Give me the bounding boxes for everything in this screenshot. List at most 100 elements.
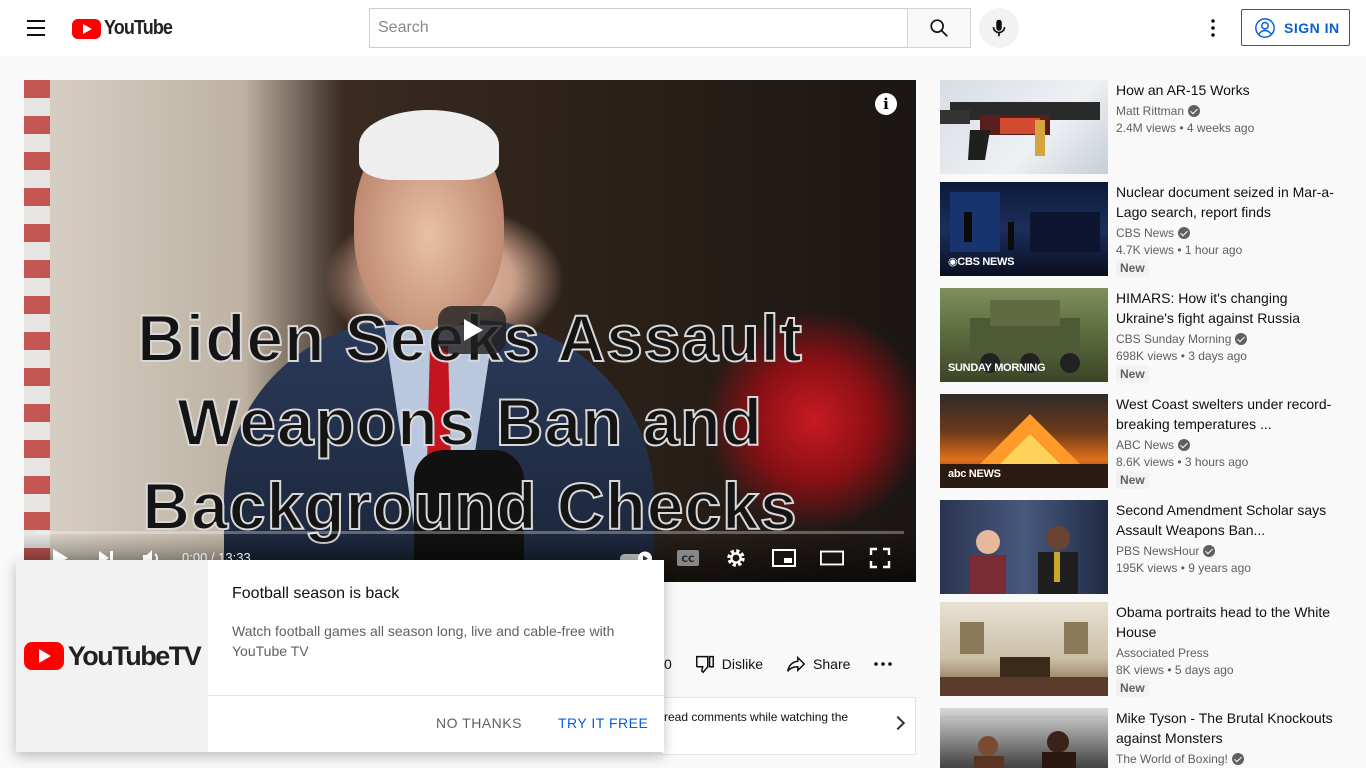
recommendation-channel: PBS NewsHour (1116, 543, 1334, 559)
info-icon[interactable]: i (875, 93, 897, 115)
fullscreen-icon[interactable] (868, 546, 892, 570)
try-it-free-button[interactable]: TRY IT FREE (558, 715, 648, 731)
large-play-button[interactable] (438, 306, 506, 354)
recommendation-channel: Matt Rittman (1116, 103, 1334, 119)
recommendation-item[interactable]: How an AR-15 Works Matt Rittman 2.4M vie… (940, 80, 1342, 174)
theater-mode-icon[interactable] (820, 546, 844, 570)
recommendation-channel: CBS News (1116, 225, 1334, 241)
comments-teaser[interactable]: read comments while watching the (660, 697, 916, 755)
recommendation-meta: Obama portraits head to the White House … (1116, 602, 1334, 697)
more-vert-icon (1211, 19, 1215, 37)
recommendation-meta: West Coast swelters under record-breakin… (1116, 394, 1334, 489)
verified-icon (1203, 545, 1216, 557)
like-count[interactable]: 0 (664, 656, 672, 672)
channel-name: Associated Press (1116, 646, 1209, 660)
youtube-tv-play-icon (23, 642, 64, 670)
recommendation-item[interactable]: Mike Tyson - The Brutal Knockouts agains… (940, 708, 1342, 768)
channel-name: PBS NewsHour (1116, 544, 1200, 558)
search-button[interactable] (907, 8, 971, 48)
menu-icon[interactable] (24, 16, 48, 40)
verified-icon (1178, 439, 1191, 451)
recommendation-views: 698K views • 3 days ago (1116, 349, 1247, 363)
recommendation-channel: CBS Sunday Morning (1116, 331, 1334, 347)
recommendation-channel: The World of Boxing! (1116, 751, 1334, 767)
recommendation-thumbnail: ◉CBS NEWS (940, 182, 1108, 276)
recommendation-meta: Second Amendment Scholar says Assault We… (1116, 500, 1334, 577)
youtube-logo[interactable]: YouTube (72, 17, 180, 40)
verified-icon (1178, 227, 1191, 239)
comments-teaser-text: read comments while watching the (664, 710, 849, 724)
channel-name: Matt Rittman (1116, 104, 1185, 118)
promo-title: Football season is back (232, 585, 400, 602)
promo-brand-panel: YouTubeTV (16, 560, 208, 752)
chevron-right-icon (890, 715, 906, 731)
thumbnail-brand: SUNDAY MORNING (948, 362, 1046, 374)
channel-name: The World of Boxing! (1116, 752, 1228, 766)
video-player[interactable]: Biden Seeks Assault Weapons Ban and Back… (24, 80, 916, 582)
thumbnail-brand: ◉CBS NEWS (948, 256, 1015, 268)
recommendation-title: Second Amendment Scholar says Assault We… (1116, 502, 1327, 538)
share-label: Share (813, 656, 851, 672)
miniplayer-icon[interactable] (772, 546, 796, 570)
sign-in-button[interactable]: SIGN IN (1241, 9, 1350, 46)
recommendation-title: West Coast swelters under record-breakin… (1116, 396, 1332, 432)
promo-divider (208, 695, 664, 696)
recommendation-meta: How an AR-15 Works Matt Rittman 2.4M vie… (1116, 80, 1334, 137)
more-actions-button[interactable] (874, 662, 893, 666)
recommendation-thumbnail (940, 602, 1108, 696)
recommendation-title: HIMARS: How it's changing Ukraine's figh… (1116, 290, 1300, 326)
recommendation-item[interactable]: Obama portraits head to the White House … (940, 602, 1342, 697)
share-button[interactable]: Share (785, 653, 850, 675)
recommendation-meta: HIMARS: How it's changing Ukraine's figh… (1116, 288, 1334, 383)
recommendation-thumbnail: SUNDAY MORNING (940, 288, 1108, 382)
new-badge: New (1116, 366, 1149, 383)
youtube-tv-logo-text: YouTubeTV (67, 640, 202, 671)
recommendation-meta: Nuclear document seized in Mar-a-Lago se… (1116, 182, 1334, 277)
voice-search-button[interactable] (979, 8, 1019, 48)
recommendation-thumbnail: abc NEWS (940, 394, 1108, 488)
thumbnail-brand: abc NEWS (948, 468, 1001, 480)
recommendation-views: 8.6K views • 3 hours ago (1116, 455, 1249, 469)
no-thanks-button[interactable]: NO THANKS (436, 715, 522, 731)
recommendation-channel: Associated Press (1116, 645, 1334, 661)
more-horiz-icon (874, 662, 893, 666)
verified-icon (1235, 333, 1248, 345)
search-bar (369, 8, 971, 48)
account-icon (1255, 17, 1275, 38)
logo-text: YouTube (104, 17, 173, 39)
new-badge: New (1116, 260, 1149, 277)
thumbs-down-icon (695, 655, 714, 674)
dislike-button[interactable]: Dislike (694, 653, 763, 675)
recommendation-views: 8K views • 5 days ago (1116, 663, 1234, 677)
promo-body: Watch football games all season long, li… (232, 623, 615, 659)
recommendation-views: 195K views • 9 years ago (1116, 561, 1251, 575)
microphone-icon (992, 19, 1006, 37)
new-badge: New (1116, 472, 1149, 489)
verified-icon (1188, 105, 1201, 117)
recommendation-title: How an AR-15 Works (1116, 82, 1250, 98)
share-icon (787, 655, 806, 673)
search-icon (930, 19, 948, 37)
thumbnail-hair (359, 110, 499, 180)
recommendation-item[interactable]: ◉CBS NEWS Nuclear document seized in Mar… (940, 182, 1342, 277)
channel-name: CBS Sunday Morning (1116, 332, 1232, 346)
recommendation-item[interactable]: Second Amendment Scholar says Assault We… (940, 500, 1342, 594)
recommendation-channel: ABC News (1116, 437, 1334, 453)
recommendation-views: 2.4M views • 4 weeks ago (1116, 121, 1255, 135)
recommendation-thumbnail (940, 500, 1108, 594)
recommendation-thumbnail (940, 80, 1108, 174)
top-bar: YouTube SIGN IN (0, 0, 1366, 56)
recommendation-meta: Mike Tyson - The Brutal Knockouts agains… (1116, 708, 1334, 767)
gear-icon[interactable] (724, 546, 748, 570)
subtitles-icon[interactable]: CC (676, 546, 700, 570)
recommendation-item[interactable]: SUNDAY MORNING HIMARS: How it's changing… (940, 288, 1342, 383)
recommendation-thumbnail (940, 708, 1108, 768)
settings-menu-button[interactable] (1201, 16, 1225, 40)
recommendation-views: 4.7K views • 1 hour ago (1116, 243, 1243, 257)
recommendation-title: Nuclear document seized in Mar-a-Lago se… (1116, 184, 1334, 220)
search-input[interactable] (369, 8, 907, 48)
sign-in-label: SIGN IN (1284, 19, 1340, 36)
recommendation-item[interactable]: abc NEWS West Coast swelters under recor… (940, 394, 1342, 489)
recommendation-title: Obama portraits head to the White House (1116, 604, 1330, 640)
video-actions: 0 Dislike Share (664, 646, 893, 682)
